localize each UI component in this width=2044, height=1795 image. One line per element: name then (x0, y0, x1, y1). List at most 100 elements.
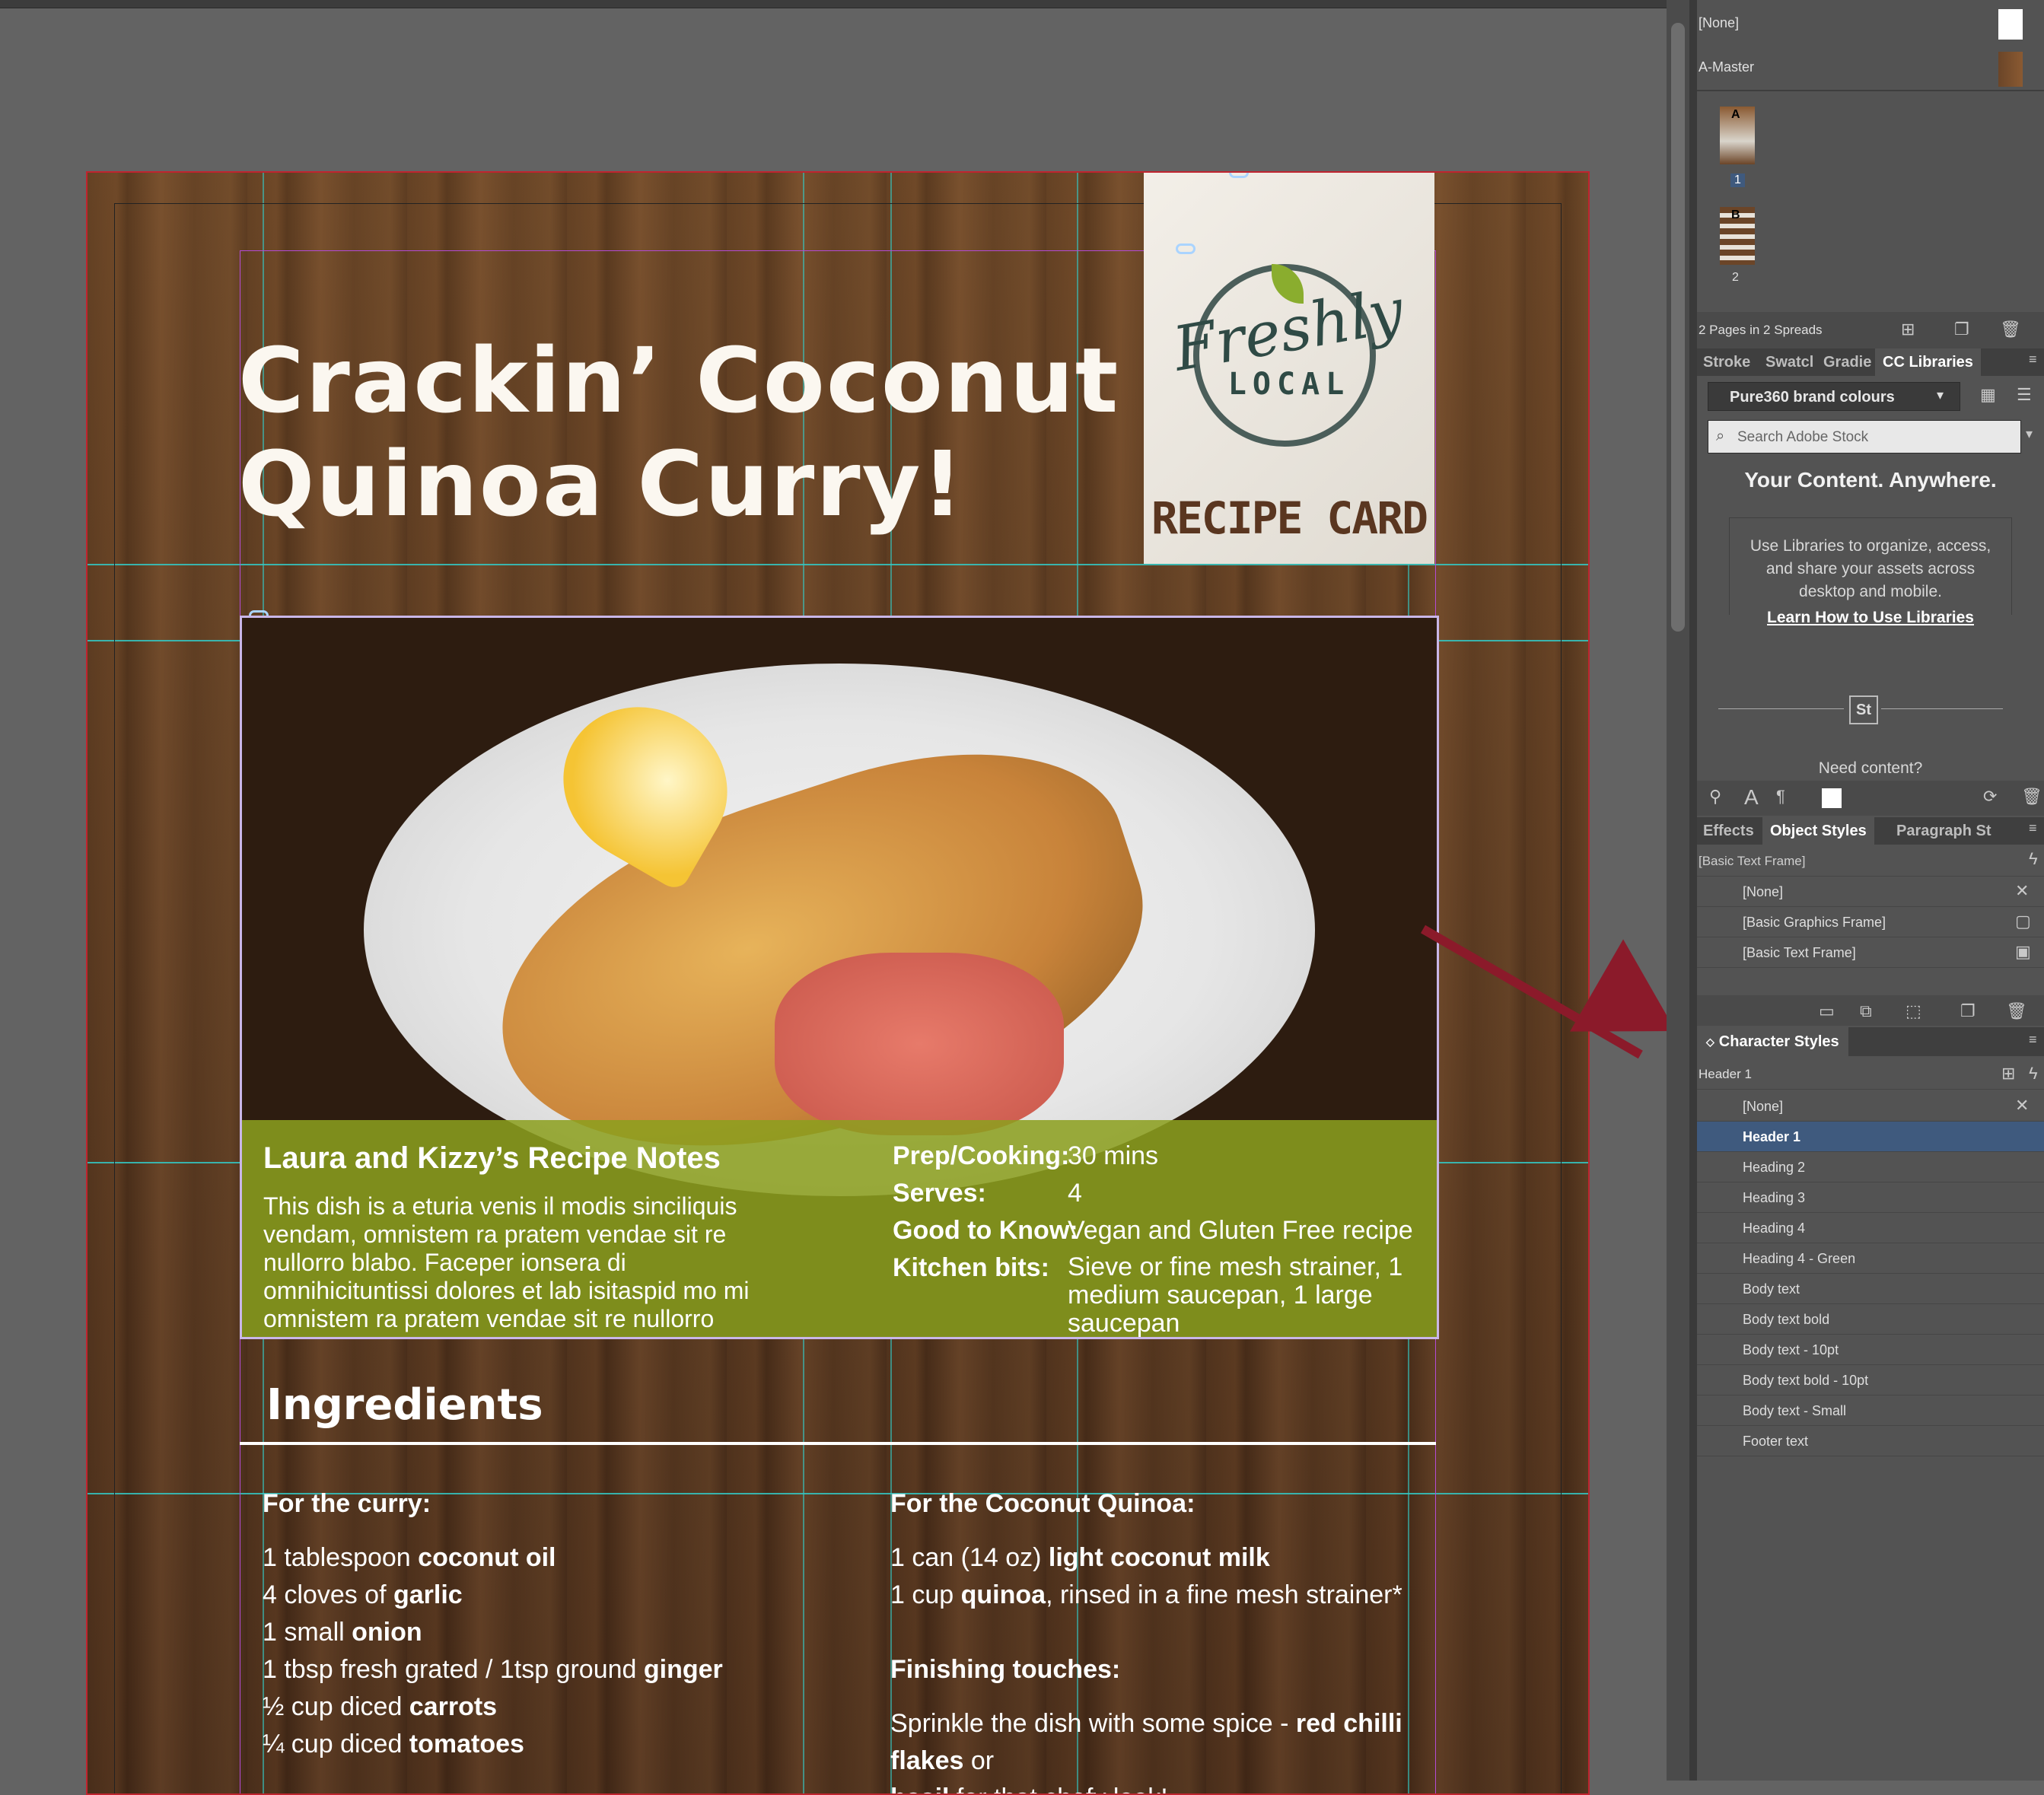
new-style-icon[interactable]: ❐ (1960, 1001, 1976, 1021)
list-view-icon[interactable]: ☰ (2017, 385, 2032, 405)
ingredient-item: ½ cup diced carrots (263, 1692, 498, 1721)
tab-cc-libraries-label: CC Libraries (1883, 353, 1973, 371)
add-style-icon[interactable]: ⊞ (2001, 1064, 2015, 1084)
object-style-item[interactable]: [None] ✕ (1697, 877, 2044, 907)
ingredient-item: 1 can (14 oz) light coconut milk (890, 1543, 1270, 1572)
folder-icon[interactable]: ▭ (1819, 1001, 1835, 1021)
pages-footer: 2 Pages in 2 Spreads ⊞ ❐ 🗑 (1697, 312, 2044, 348)
stock-search-input[interactable]: ⌕ Search Adobe Stock (1708, 420, 2021, 454)
clear-icon: ✕ (2015, 881, 2030, 900)
logo-local-text: LOCAL (1227, 367, 1351, 402)
character-style-item-selected[interactable]: Header 1 (1697, 1122, 2044, 1152)
scrollbar-thumb[interactable] (1671, 23, 1685, 632)
character-style-item[interactable]: Heading 4 (1697, 1213, 2044, 1243)
clear-overrides-icon[interactable]: ⧉ (1860, 1001, 1872, 1021)
document-page[interactable]: Crackin’ Coconut Quinoa Curry! Freshly L… (86, 171, 1590, 1795)
new-page-icon[interactable]: ❐ (1954, 320, 1969, 339)
info-key: Prep/Cooking: (893, 1141, 1070, 1170)
divider (1718, 708, 1844, 709)
need-content-text: Need content? (1818, 759, 1923, 777)
recipe-title[interactable]: Crackin’ Coconut Quinoa Curry! (238, 329, 1119, 536)
character-styles-tab-bar: ◇ Character Styles ≡ (1697, 1027, 2044, 1056)
object-styles-footer: ▭ ⧉ ⬚ ❐ 🗑 (1697, 995, 2044, 1026)
info-key: Kitchen bits: (893, 1253, 1049, 1282)
character-style-item[interactable]: [None] ✕ (1697, 1091, 2044, 1122)
character-style-item[interactable]: Body text bold (1697, 1304, 2044, 1335)
ingredient-item: 4 cloves of garlic (263, 1580, 463, 1609)
link-icon[interactable] (1176, 243, 1196, 254)
logo-card[interactable]: Freshly LOCAL RECIPE CARD (1144, 173, 1434, 564)
info-value: 4 (1068, 1179, 1082, 1208)
libraries-headline: Your Content. Anywhere. (1744, 468, 1997, 492)
sync-icon[interactable]: ⟳ (1983, 787, 1997, 807)
master-row[interactable]: [None] (1697, 9, 2044, 40)
add-color-icon[interactable] (1822, 788, 1842, 808)
salmon-image (775, 953, 1064, 1135)
library-select[interactable]: Pure360 brand colours ▾ (1708, 382, 1960, 411)
top-ruler[interactable] (0, 0, 1667, 8)
info-value: Vegan and Gluten Free recipe (1068, 1216, 1413, 1245)
ingredients-heading[interactable]: Ingredients (266, 1380, 543, 1430)
link-icon[interactable] (1229, 173, 1249, 178)
chevron-down-icon[interactable]: ▾ (2026, 426, 2033, 442)
panel-menu-icon[interactable]: ≡ (2029, 352, 2037, 368)
info-key: Good to Know: (893, 1216, 1078, 1245)
edit-page-size-icon[interactable]: ⊞ (1901, 320, 1915, 339)
object-style-item[interactable]: [Basic Text Frame] ▣ (1697, 937, 2044, 968)
character-style-item[interactable]: Body text - 10pt (1697, 1335, 2044, 1365)
panel-menu-icon[interactable]: ≡ (2029, 820, 2037, 836)
add-graphic-icon[interactable]: ⚲ (1709, 787, 1721, 807)
character-style-item[interactable]: Footer text (1697, 1426, 2044, 1456)
chevron-down-icon: ▾ (1937, 387, 1944, 403)
curry-heading: For the curry: (263, 1489, 431, 1518)
curry-column[interactable]: For the curry: 1 tablespoon coconut oil … (263, 1485, 795, 1763)
quinoa-column[interactable]: For the Coconut Quinoa: 1 can (14 oz) li… (890, 1485, 1423, 1793)
character-style-item[interactable]: Body text - Small (1697, 1396, 2044, 1426)
character-style-current-row: Header 1 ⊞ ϟ (1697, 1058, 2044, 1090)
character-style-item[interactable]: Body text bold - 10pt (1697, 1365, 2044, 1396)
trash-icon[interactable]: 🗑 (2021, 787, 2042, 807)
character-styles-title: Character Styles (1718, 1033, 1839, 1050)
notes-heading: Laura and Kizzy’s Recipe Notes (263, 1141, 721, 1175)
lightning-icon[interactable]: ϟ (2029, 1064, 2038, 1084)
page-thumb-2[interactable]: B 2 (1697, 207, 2044, 284)
character-style-item[interactable]: Heading 4 - Green (1697, 1243, 2044, 1274)
finishing-heading: Finishing touches: (890, 1655, 1121, 1684)
lightning-icon[interactable]: ϟ (2029, 849, 2038, 869)
vertical-scrollbar[interactable] (1667, 0, 1689, 1781)
tab-cc-libraries[interactable]: CC Libraries (1875, 348, 1981, 376)
food-photo-frame[interactable]: Laura and Kizzy’s Recipe Notes This dish… (240, 616, 1439, 1339)
object-style-current-row: [Basic Text Frame] ϟ (1697, 846, 2044, 877)
trash-icon[interactable]: 🗑 (2006, 1001, 2027, 1021)
grid-view-icon[interactable]: ▦ (1980, 385, 1996, 405)
recipe-notes-band[interactable]: Laura and Kizzy’s Recipe Notes This dish… (242, 1120, 1437, 1337)
tab-stroke[interactable]: Stroke (1703, 348, 1750, 376)
info-value: Sieve or fine mesh strainer, 1 medium sa… (1068, 1252, 1403, 1338)
right-panel-dock: [None] A-Master A 1 B 2 2 Pages in 2 Spr… (1697, 0, 2044, 1781)
recipe-title-line-2: Quinoa Curry! (238, 431, 965, 536)
object-style-item[interactable]: [Basic Graphics Frame] ▢ (1697, 907, 2044, 937)
info-value: 30 mins (1068, 1141, 1159, 1170)
page-thumb-1[interactable]: A 1 (1697, 107, 2044, 190)
character-style-item[interactable]: Heading 2 (1697, 1152, 2044, 1182)
panel-menu-icon[interactable]: ≡ (2029, 1032, 2037, 1048)
libraries-headline-row: Your Content. Anywhere. (1697, 468, 2044, 498)
finishing-line: Sprinkle the dish with some spice - red … (890, 1709, 1402, 1775)
character-style-item[interactable]: Heading 3 (1697, 1182, 2044, 1213)
add-paragraph-style-icon[interactable]: ¶ (1776, 787, 1785, 807)
tab-object-styles[interactable]: Object Styles (1762, 817, 1874, 845)
master-row[interactable]: A-Master (1697, 52, 2044, 87)
recipe-title-line-1: Crackin’ Coconut (238, 328, 1120, 433)
trash-icon[interactable]: 🗑 (2000, 320, 2021, 339)
tab-swatches[interactable]: Swatcl (1765, 348, 1813, 376)
tab-paragraph-styles[interactable]: Paragraph St (1896, 817, 1991, 845)
tab-gradient[interactable]: Gradie (1823, 348, 1871, 376)
add-character-style-icon[interactable]: A (1744, 785, 1759, 810)
tab-effects[interactable]: Effects (1703, 817, 1754, 845)
learn-libraries-link[interactable]: Learn How to Use Libraries (1743, 606, 1998, 629)
info-key: Serves: (893, 1179, 986, 1208)
libraries-tab-bar: Stroke Swatcl Gradie CC Libraries ≡ (1697, 348, 2044, 376)
tab-character-styles[interactable]: ◇ Character Styles (1697, 1027, 1848, 1056)
character-style-item[interactable]: Body text (1697, 1274, 2044, 1304)
clear-non-defined-icon[interactable]: ⬚ (1906, 1001, 1921, 1021)
